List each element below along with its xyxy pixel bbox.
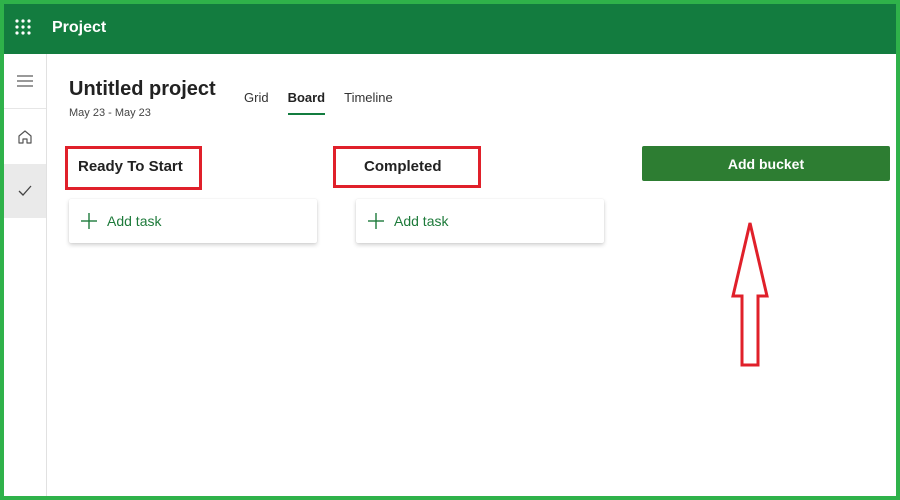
app-launcher-icon[interactable]: [14, 18, 32, 36]
add-task-label: Add task: [394, 213, 449, 229]
home-icon: [18, 130, 32, 144]
project-dates: May 23 - May 23: [69, 107, 151, 119]
project-header: Untitled project May 23 - May 23: [69, 78, 216, 119]
add-task-label: Add task: [107, 213, 162, 229]
app-window: Project Untitled project May 23 - May 23…: [0, 0, 900, 500]
bucket-title-completed[interactable]: Completed: [364, 158, 442, 175]
app-header-bar: Project: [4, 4, 896, 54]
tab-timeline[interactable]: Timeline: [344, 90, 393, 115]
up-arrow-annotation-icon: [731, 222, 769, 367]
bucket-title-ready-to-start[interactable]: Ready To Start: [78, 158, 183, 175]
plus-icon: [368, 213, 384, 229]
hamburger-icon: [17, 75, 33, 87]
nav-home-button[interactable]: [4, 110, 46, 164]
add-bucket-button[interactable]: Add bucket: [642, 146, 890, 181]
left-nav-rail: [4, 54, 47, 496]
add-task-button[interactable]: Add task: [69, 199, 317, 243]
view-tabs: Grid Board Timeline: [244, 90, 412, 115]
add-task-button[interactable]: Add task: [356, 199, 604, 243]
tab-board[interactable]: Board: [287, 90, 326, 115]
tab-grid[interactable]: Grid: [244, 90, 269, 115]
app-title: Project: [52, 19, 107, 36]
project-title[interactable]: Untitled project: [69, 78, 216, 101]
plus-icon: [81, 213, 97, 229]
checkmark-icon: [18, 185, 32, 196]
nav-menu-button[interactable]: [4, 54, 46, 109]
nav-tasks-button[interactable]: [4, 164, 46, 218]
